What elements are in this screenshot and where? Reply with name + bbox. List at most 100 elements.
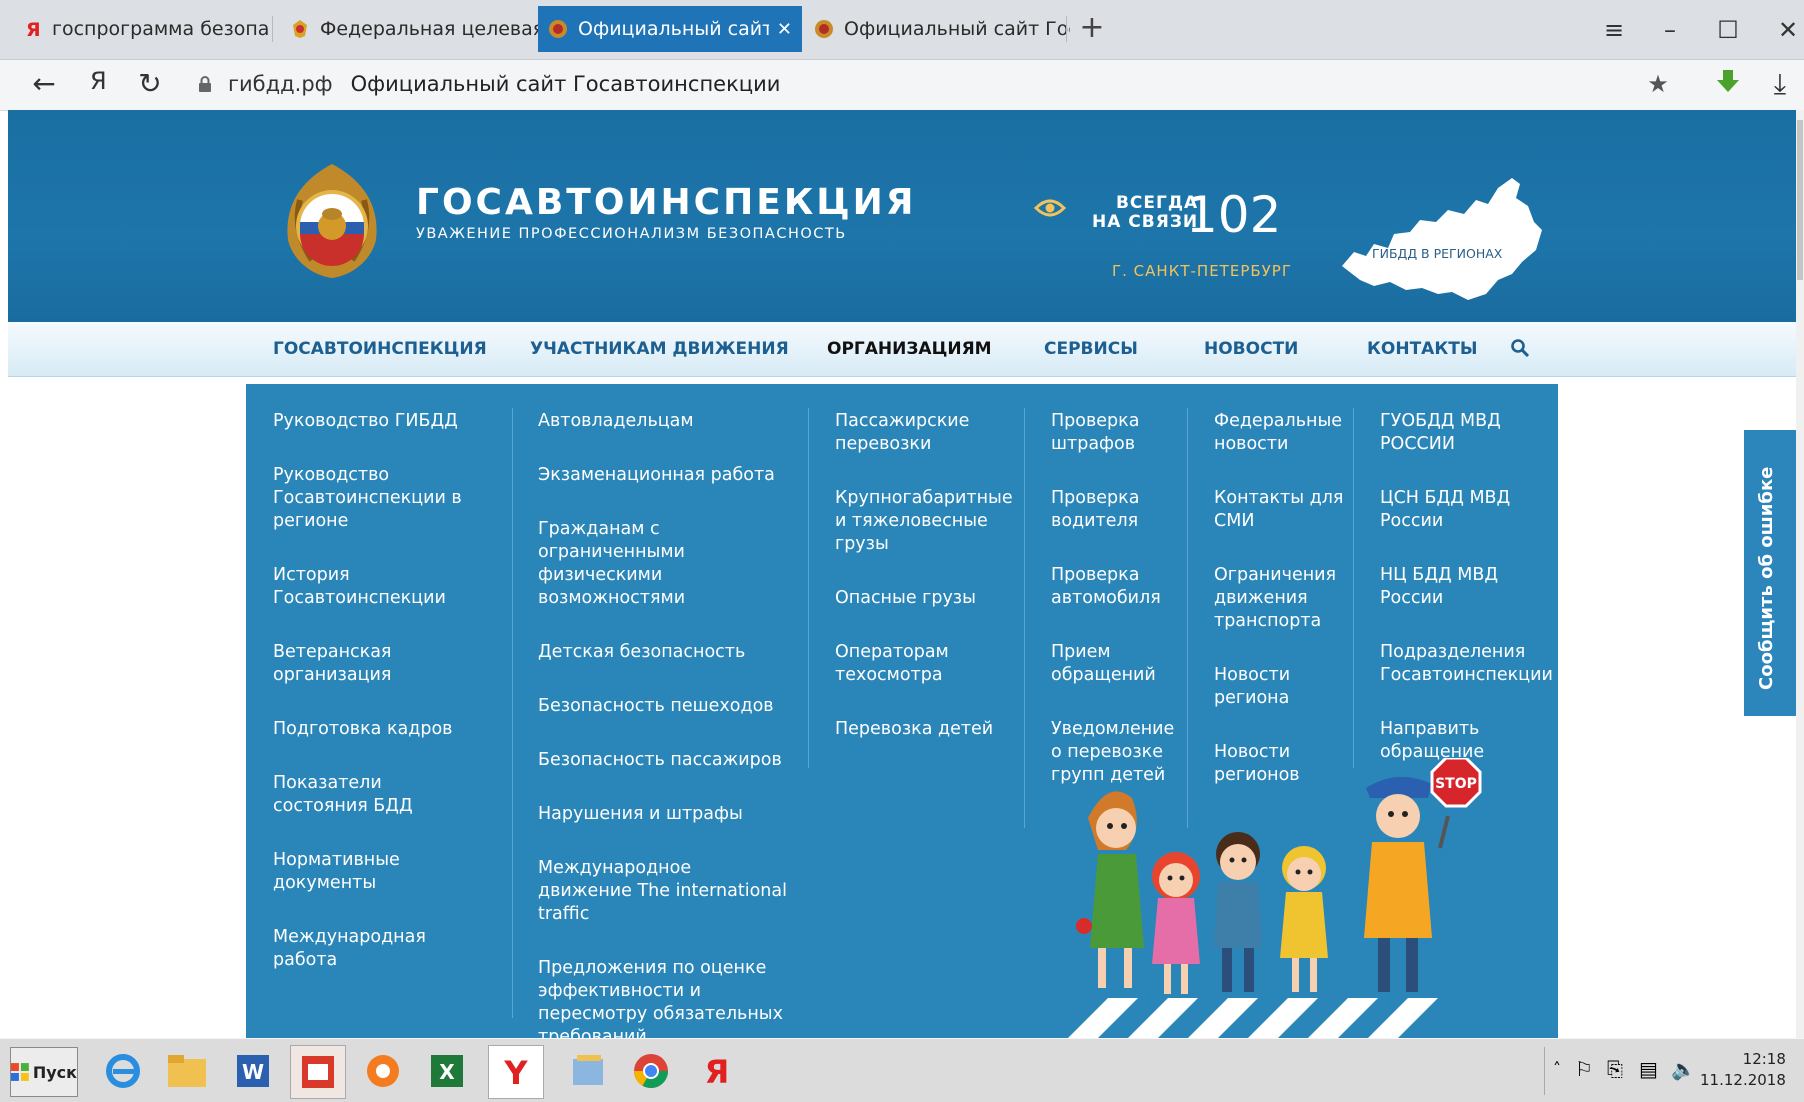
excel-icon[interactable]: X <box>420 1045 474 1097</box>
menu-link[interactable]: Подразделения Госавтоинспекции <box>1380 641 1553 687</box>
menu-divider <box>1024 408 1025 828</box>
regions-label[interactable]: ГИБДД В РЕГИОНАХ <box>1372 246 1502 261</box>
menu-link[interactable]: Показатели состояния БДД <box>273 772 473 818</box>
start-button[interactable]: Пуск <box>10 1047 78 1097</box>
menu-link[interactable]: Новости региона <box>1214 664 1344 710</box>
nav-gosavtoinspekciya[interactable]: ГОСАВТОИНСПЕКЦИЯ <box>273 339 487 359</box>
menu-link[interactable]: ЦСН БДД МВД России <box>1380 487 1540 533</box>
menu-link[interactable]: Международное движение The international… <box>538 857 788 926</box>
menu-link[interactable]: Детская безопасность <box>538 641 788 664</box>
tab-3-active[interactable]: Официальный сайт Госа ✕ <box>538 6 802 52</box>
website-viewport: ГОСАВТОИНСПЕКЦИЯ УВАЖЕНИЕ ПРОФЕССИОНАЛИЗ… <box>8 110 1796 1038</box>
menu-icon[interactable]: ≡ <box>1596 12 1632 48</box>
yandex-icon[interactable]: Я <box>690 1045 744 1097</box>
menu-link[interactable]: Перевозка детей <box>835 718 995 741</box>
menu-link[interactable]: Проверка штрафов <box>1051 410 1181 456</box>
svg-text:W: W <box>242 1060 264 1084</box>
report-error-tab[interactable]: Сообщить об ошибке <box>1744 430 1796 716</box>
network-icon[interactable]: ▤ <box>1639 1057 1658 1081</box>
tab-4[interactable]: Официальный сайт Госавт <box>804 6 1080 52</box>
site-header: ГОСАВТОИНСПЕКЦИЯ УВАЖЕНИЕ ПРОФЕССИОНАЛИЗ… <box>8 110 1796 322</box>
main-navigation: ГОСАВТОИНСПЕКЦИЯ УЧАСТНИКАМ ДВИЖЕНИЯ ОРГ… <box>8 322 1796 377</box>
avast-icon[interactable] <box>356 1045 410 1097</box>
download-icon[interactable]: ⤓ <box>1762 66 1798 102</box>
menu-link[interactable]: Нормативные документы <box>273 849 473 895</box>
menu-divider <box>1353 408 1354 768</box>
clock[interactable]: 12:18 11.12.2018 <box>1700 1049 1786 1091</box>
menu-link[interactable]: Безопасность пешеходов <box>538 695 788 718</box>
menu-link[interactable]: Ветеранская организация <box>273 641 473 687</box>
reload-icon[interactable]: ↻ <box>132 66 168 102</box>
protect-download-icon[interactable] <box>1710 66 1746 102</box>
yandex-browser-icon[interactable]: Y <box>488 1045 544 1099</box>
menu-link[interactable]: Ограничения движения транспорта <box>1214 564 1344 633</box>
menu-link[interactable]: Руководство ГИБДД <box>273 410 473 433</box>
explorer-icon[interactable] <box>160 1045 214 1097</box>
menu-link[interactable]: НЦ БДД МВД России <box>1380 564 1540 610</box>
usb-icon[interactable]: ⎘ <box>1607 1057 1623 1081</box>
menu-link[interactable]: Автовладельцам <box>538 410 788 433</box>
phone-number[interactable]: 102 <box>1186 186 1281 244</box>
scrollbar-thumb[interactable] <box>1797 120 1803 280</box>
svg-text:Я: Я <box>705 1053 730 1091</box>
menu-link[interactable]: Проверка водителя <box>1051 487 1181 533</box>
url-title: Официальный сайт Госавтоинспекции <box>350 72 781 96</box>
menu-link[interactable]: Экзаменационная работа <box>538 464 788 487</box>
minimize-icon[interactable]: – <box>1652 12 1688 48</box>
city-selector[interactable]: Г. САНКТ-ПЕТЕРБУРГ <box>1112 262 1292 280</box>
ie-icon[interactable] <box>96 1045 150 1097</box>
menu-link[interactable]: Руководство Госавтоинспекции в регионе <box>273 464 473 533</box>
volume-icon[interactable]: 🔈 <box>1671 1057 1696 1081</box>
menu-divider <box>808 408 809 768</box>
word-icon[interactable]: W <box>226 1045 280 1097</box>
tab-divider <box>1066 16 1067 42</box>
nav-organizations[interactable]: ОРГАНИЗАЦИЯМ <box>827 339 992 359</box>
bookmark-star-icon[interactable]: ★ <box>1640 66 1676 102</box>
menu-link[interactable]: Предложения по оценке эффективности и пе… <box>538 957 788 1038</box>
menu-link[interactable]: Нарушения и штрафы <box>538 803 788 826</box>
browser-tab-bar: Я госпрограмма безопасност Федеральная ц… <box>0 0 1804 60</box>
menu-link[interactable]: Крупногабаритные и тяжеловесные грузы <box>835 487 1013 556</box>
back-icon[interactable]: ← <box>26 66 62 102</box>
nav-contacts[interactable]: КОНТАКТЫ <box>1367 339 1477 359</box>
url-field[interactable]: гибдд.рф Официальный сайт Госавтоинспекц… <box>196 67 1676 101</box>
tray-expand-icon[interactable]: ˄ <box>1553 1059 1561 1078</box>
maximize-icon[interactable]: ☐ <box>1710 12 1746 48</box>
menu-link[interactable]: История Госавтоинспекции <box>273 564 473 610</box>
address-bar: ← Я ↻ гибдд.рф Официальный сайт Госавтои… <box>0 60 1804 111</box>
menu-link[interactable]: Операторам техосмотра <box>835 641 995 687</box>
menu-link[interactable]: Международная работа <box>273 926 473 972</box>
menu-link[interactable]: Прием обращений <box>1051 641 1181 687</box>
url-domain: гибдд.рф <box>228 72 333 96</box>
flag-icon[interactable]: ⚐ <box>1575 1057 1593 1081</box>
menu-link[interactable]: Подготовка кадров <box>273 718 473 741</box>
window-close-icon[interactable]: ✕ <box>1770 12 1804 48</box>
menu-link[interactable]: Безопасность пассажиров <box>538 749 788 772</box>
russia-map-icon[interactable] <box>1336 170 1544 306</box>
menu-link[interactable]: Пассажирские перевозки <box>835 410 995 456</box>
nav-participants[interactable]: УЧАСТНИКАМ ДВИЖЕНИЯ <box>530 339 789 359</box>
tab-2[interactable]: Федеральная целевая прог <box>280 6 550 52</box>
close-icon[interactable]: ✕ <box>777 19 792 40</box>
menu-link[interactable]: Гражданам с ограниченными физическими во… <box>538 518 788 610</box>
nav-news[interactable]: НОВОСТИ <box>1204 339 1298 359</box>
menu-link[interactable]: Проверка автомобиля <box>1051 564 1181 610</box>
eye-icon[interactable] <box>1034 198 1066 218</box>
yandex-home-icon[interactable]: Я <box>80 66 116 102</box>
search-icon[interactable] <box>1510 338 1530 358</box>
tab-divider <box>272 16 273 42</box>
page-scrollbar[interactable] <box>1796 110 1804 1038</box>
nav-services[interactable]: СЕРВИСЫ <box>1044 339 1138 359</box>
notes-icon[interactable] <box>560 1045 614 1097</box>
new-tab-button[interactable]: + <box>1074 10 1110 46</box>
reader-icon[interactable] <box>290 1045 346 1099</box>
menu-link[interactable]: Федеральные новости <box>1214 410 1344 456</box>
tab-1[interactable]: Я госпрограмма безопасност <box>12 6 280 52</box>
menu-link[interactable]: Контакты для СМИ <box>1214 487 1344 533</box>
chrome-icon[interactable] <box>624 1045 678 1097</box>
gibdd-emblem-logo[interactable] <box>272 160 392 280</box>
menu-link[interactable]: ГУОБДД МВД РОССИИ <box>1380 410 1540 456</box>
brand-title[interactable]: ГОСАВТОИНСПЕКЦИЯ <box>416 182 917 223</box>
menu-link[interactable]: Опасные грузы <box>835 587 995 610</box>
svg-text:Я: Я <box>26 19 39 39</box>
